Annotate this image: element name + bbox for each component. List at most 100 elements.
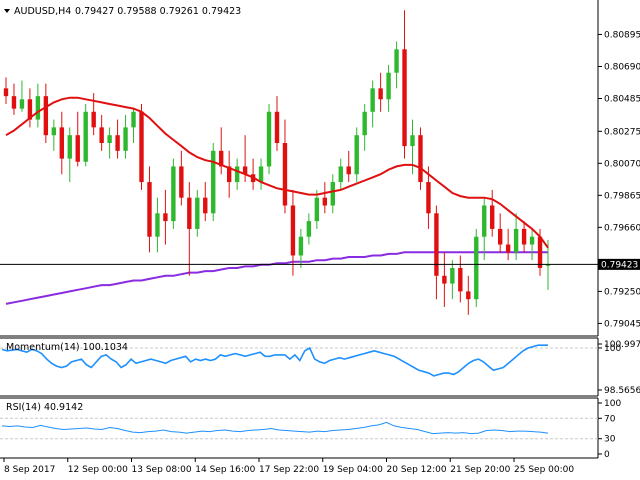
candle-body [537,236,543,268]
candle-body [179,166,184,198]
candle [211,143,216,222]
candle-body [115,135,120,151]
candle-body [139,111,144,183]
candle-body [211,150,216,214]
price-tick-label: 0.79865 [604,191,640,201]
candle-body [123,127,128,151]
rsi-tick-label: 100 [604,399,621,409]
candle-body [314,197,320,222]
time-tick-label: 12 Sep 00:00 [68,465,128,475]
candle-body [147,182,152,237]
candle-body [195,197,200,229]
candle [266,103,272,175]
candle [171,158,176,229]
candle-body [394,49,399,73]
momentum-tick-label: 100 [604,344,621,354]
candle [354,127,359,183]
candle-body [91,111,96,128]
time-tick-label: 14 Sep 16:00 [195,465,255,475]
candle-body [362,111,367,136]
candle-body [11,96,17,109]
candle-body [171,166,176,222]
candle-body [529,236,535,245]
candle-body [67,135,72,159]
symbol-label: AUDUSD,H4 [14,6,71,17]
candle-body [306,221,312,237]
candle-body [474,236,479,300]
price-tick-label: 0.80275 [604,127,640,137]
candle-body [290,205,296,256]
candle-body [458,267,463,292]
candle-body [163,213,168,222]
candle-body [266,111,272,167]
ohlc-values: 0.79427 0.79588 0.79261 0.79423 [75,6,241,17]
candle-body [35,96,41,120]
rsi-tick-label: 30 [604,435,616,445]
candle-body [187,197,192,229]
time-tick-label: 19 Sep 04:00 [323,465,383,475]
time-tick-label: 13 Sep 08:00 [132,465,192,475]
current-price-tag: 0.79423 [598,258,640,270]
candle-body [59,127,64,159]
rsi-label: RSI(14) 40.9142 [6,402,83,413]
candle-body [258,166,264,183]
candle-body [3,88,9,97]
candle-body [155,213,160,237]
candle-body [131,111,136,128]
candle-body [338,166,343,183]
candle-body [513,228,519,253]
time-tick-label: 21 Sep 20:00 [450,465,510,475]
candle-body [466,291,471,300]
momentum-tick-label: 98.5656 [604,386,640,396]
price-tick-label: 0.79660 [604,223,640,233]
candle-body [99,127,104,144]
time-tick-label: 25 Sep 00:00 [514,465,574,475]
candle-body [402,49,407,147]
price-tick-label: 0.80895 [604,30,640,40]
candle-body [354,135,359,175]
candle [474,228,479,308]
price-tick-label: 0.80070 [604,159,640,169]
candle-body [410,135,415,147]
candle-body [386,72,391,100]
candle-body [497,228,503,245]
price-tick-label: 0.79045 [604,319,640,329]
trading-chart: 0.80895 0.80690 0.80485 0.80275 0.80070 0.798… [0,0,640,480]
price-tick-label: 0.80485 [604,94,640,104]
time-tick-label: 20 Sep 12:00 [387,465,447,475]
candle-body [378,88,383,100]
candle-body [490,205,495,229]
candle-body [234,166,240,183]
candle-body [545,264,551,266]
rsi-tick-label: 70 [604,414,616,424]
candle [83,103,88,167]
candle-body [298,236,304,256]
candle-body [426,182,431,214]
candle-body [51,127,57,136]
time-tick-label: 17 Sep 22:00 [259,465,319,475]
candle [418,127,423,190]
candle-body [370,88,375,112]
candle-body [43,96,49,136]
price-tick-label: 0.79250 [604,287,640,297]
candle-body [418,135,423,183]
candle [139,103,144,190]
candle-body [442,275,447,284]
momentum-label: Momentum(14) 100.1034 [6,342,128,353]
candle-body [203,197,208,214]
chart-background [0,0,640,480]
candle-body [505,244,511,253]
candle-body [482,205,487,237]
rsi-tick-label: 0 [604,450,610,460]
candle-body [83,111,88,162]
price-tick-label: 0.80690 [604,62,640,72]
candle-body [282,143,288,206]
candle-body [521,228,527,245]
candle-body [274,111,280,144]
candle-body [346,166,351,175]
candle-body [322,197,328,206]
candle-body [450,267,455,284]
current-price-tag-label: 0.79423 [601,260,638,270]
candle-body [434,213,439,276]
time-tick-label: 8 Sep 2017 [4,465,55,475]
